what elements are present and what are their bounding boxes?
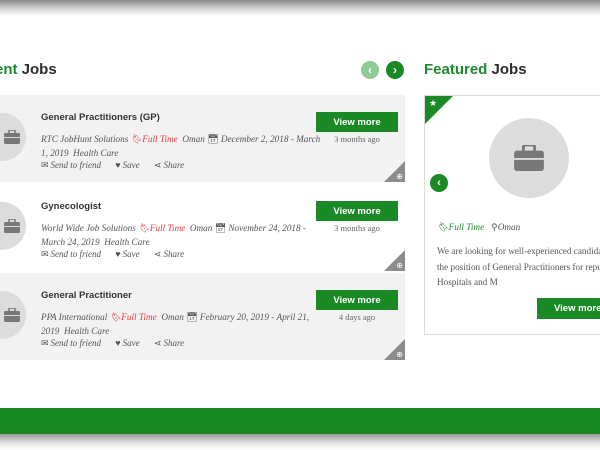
footer-bar <box>0 408 600 434</box>
job-actions: ✉ Send to friend ♥ Save ⋖ Share <box>41 160 196 171</box>
top-shadow <box>0 0 600 16</box>
job-actions: ✉ Send to friend ♥ Save ⋖ Share <box>41 338 196 349</box>
share-link[interactable]: ⋖ Share <box>154 160 190 170</box>
zoom-icon: ⊕ <box>396 172 403 181</box>
briefcase-icon <box>4 308 20 322</box>
company-logo <box>0 202 26 250</box>
bookmark-icon: 🔖︎ <box>109 312 122 322</box>
zoom-icon: ⊕ <box>396 261 403 270</box>
send-to-friend-link[interactable]: ✉ Send to friend <box>41 338 107 348</box>
calendar-icon: 📅︎ <box>186 312 198 322</box>
company-logo <box>489 118 569 198</box>
envelope-icon: ✉ <box>41 249 49 259</box>
briefcase-icon <box>514 145 544 171</box>
carousel-next-button[interactable]: › <box>386 61 404 79</box>
bookmark-icon: 🔖︎ <box>130 134 143 144</box>
send-to-friend-link[interactable]: ✉ Send to friend <box>41 249 107 259</box>
share-icon: ⋖ <box>153 160 162 170</box>
job-title[interactable]: General Practitioners (GP) <box>41 112 160 123</box>
map-pin-icon: ⚲ <box>491 222 498 232</box>
bookmark-icon: 🔖︎ <box>138 223 150 233</box>
job-meta: PPA International 🔖︎Full Time Oman 📅︎ Fe… <box>41 312 310 336</box>
zoom-icon: ⊕ <box>396 350 403 359</box>
featured-meta: 🔖︎Full Time ⚲Oman <box>437 222 521 232</box>
send-to-friend-link[interactable]: ✉ Send to friend <box>41 160 107 170</box>
envelope-icon: ✉ <box>41 338 49 348</box>
featured-prev-button[interactable]: ‹ <box>430 174 448 192</box>
featured-view-more-button[interactable]: View more <box>537 298 600 319</box>
share-icon: ⋖ <box>153 338 162 348</box>
share-link[interactable]: ⋖ Share <box>154 249 190 259</box>
heart-icon: ♥ <box>115 338 121 348</box>
posted-ago: 3 months ago <box>334 223 380 233</box>
calendar-icon: 📅︎ <box>214 223 227 233</box>
share-icon: ⋖ <box>153 249 162 259</box>
view-more-button[interactable]: View more <box>316 112 398 132</box>
featured-description: We are looking for well-experienced cand… <box>437 246 600 287</box>
star-icon: ★ <box>429 98 438 108</box>
recent-jobs-title: ent Jobs <box>0 61 57 78</box>
share-link[interactable]: ⋖ Share <box>154 338 190 348</box>
heart-icon: ♥ <box>115 160 121 170</box>
chevron-right-icon: › <box>393 63 397 77</box>
job-row: General Practitioners (GP) RTC JobHunt S… <box>0 95 405 182</box>
briefcase-icon <box>4 130 20 144</box>
heart-icon: ♥ <box>115 249 121 259</box>
save-link[interactable]: ♥ Save <box>115 338 145 348</box>
job-meta: World Wide Job Solutions 🔖︎Full Time Oma… <box>41 223 306 247</box>
envelope-icon: ✉ <box>41 160 49 170</box>
carousel-prev-button[interactable]: ‹ <box>361 61 379 79</box>
job-meta: RTC JobHunt Solutions 🔖︎Full Time Oman 📅… <box>41 134 321 158</box>
view-more-button[interactable]: View more <box>316 201 398 221</box>
job-title[interactable]: General Practitioner <box>41 290 132 301</box>
chevron-left-icon: ‹ <box>368 63 372 77</box>
posted-ago: 4 days ago <box>338 312 376 322</box>
job-row: Gynecologist World Wide Job Solutions 🔖︎… <box>0 184 405 271</box>
footer-shadow <box>0 434 600 450</box>
chevron-left-icon: ‹ <box>437 177 441 189</box>
briefcase-icon <box>4 219 20 233</box>
featured-job-card: ★ ‹ 🔖︎Full Time ⚲Oman We are looking for… <box>424 95 600 335</box>
posted-ago: 3 months ago <box>334 134 380 144</box>
save-link[interactable]: ♥ Save <box>115 249 145 259</box>
job-title[interactable]: Gynecologist <box>41 201 101 212</box>
company-logo <box>0 291 26 339</box>
job-row: General Practitioner PPA International 🔖… <box>0 273 405 360</box>
featured-jobs-title: Featured Jobs <box>424 61 527 78</box>
job-actions: ✉ Send to friend ♥ Save ⋖ Share <box>41 249 196 260</box>
view-more-button[interactable]: View more <box>316 290 398 310</box>
bookmark-icon: 🔖︎ <box>437 222 449 232</box>
save-link[interactable]: ♥ Save <box>115 160 145 170</box>
company-logo <box>0 113 26 161</box>
calendar-icon: 📅︎ <box>207 134 219 144</box>
